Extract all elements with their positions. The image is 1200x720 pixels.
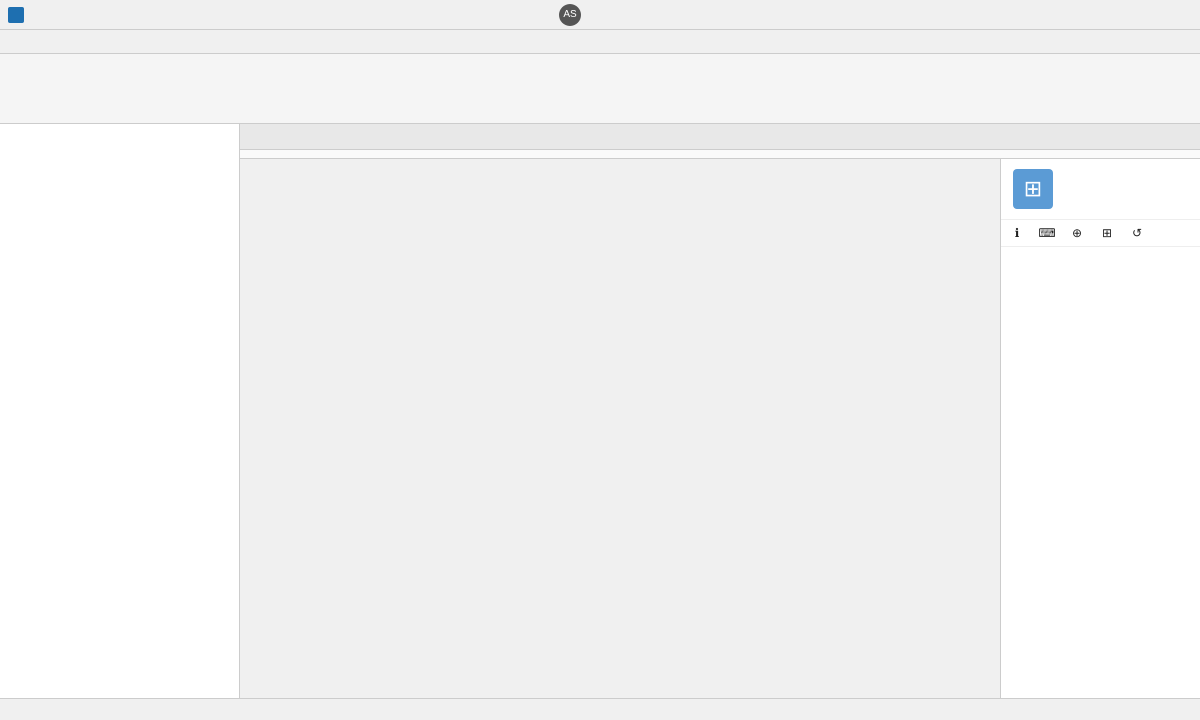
titlebar-controls xyxy=(1104,4,1192,26)
props-refresh-btn[interactable]: ↺ xyxy=(1123,222,1151,244)
table-main xyxy=(240,159,1000,698)
maximize-button[interactable] xyxy=(1134,4,1162,26)
titlebar-left xyxy=(8,7,30,23)
properties-panel: ⊞ ℹ ⌨ ⊕ ⊞ ↺ xyxy=(1000,159,1200,698)
minimize-button[interactable] xyxy=(1104,4,1132,26)
titlebar: AS xyxy=(0,0,1200,30)
props-split-btn[interactable]: ⊞ xyxy=(1093,222,1121,244)
props-icon: ⊞ xyxy=(1013,169,1053,209)
props-header: ⊞ xyxy=(1001,159,1200,220)
user-area: AS xyxy=(553,4,581,26)
avatar: AS xyxy=(559,4,581,26)
content: ⊞ ℹ ⌨ ⊕ ⊞ ↺ xyxy=(240,124,1200,698)
close-button[interactable] xyxy=(1164,4,1192,26)
statusbar xyxy=(0,698,1200,720)
tabs-bar xyxy=(240,124,1200,150)
menubar xyxy=(0,30,1200,54)
props-ddl-btn[interactable]: ⌨ xyxy=(1033,222,1061,244)
props-body xyxy=(1001,247,1200,698)
table-area: ⊞ ℹ ⌨ ⊕ ⊞ ↺ xyxy=(240,159,1200,698)
main: ⊞ ℹ ⌨ ⊕ ⊞ ↺ xyxy=(0,124,1200,698)
props-toolbar: ℹ ⌨ ⊕ ⊞ ↺ xyxy=(1001,220,1200,247)
props-depend-btn[interactable]: ⊕ xyxy=(1063,222,1091,244)
props-info-btn[interactable]: ℹ xyxy=(1003,222,1031,244)
app-logo xyxy=(8,7,24,23)
object-toolbar xyxy=(240,150,1200,159)
sidebar xyxy=(0,124,240,698)
toolbar xyxy=(0,54,1200,124)
